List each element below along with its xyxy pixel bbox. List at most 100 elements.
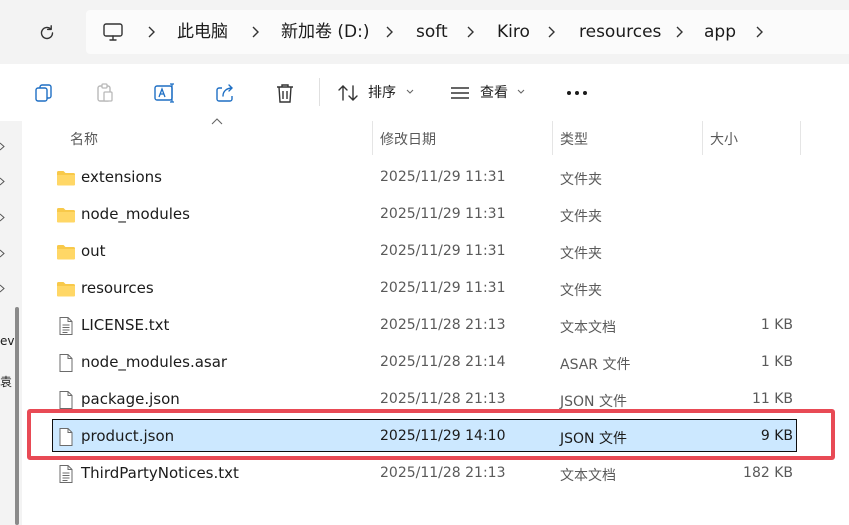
- column-divider[interactable]: [800, 121, 801, 155]
- highlight-annotation: [27, 409, 835, 460]
- paste-button[interactable]: [92, 80, 118, 106]
- column-type[interactable]: 类型: [560, 129, 588, 149]
- column-size[interactable]: 大小: [710, 129, 738, 149]
- refresh-icon: [40, 25, 54, 40]
- view-icon: [451, 87, 469, 99]
- copy-icon: [35, 84, 52, 102]
- chevron-right-icon[interactable]: [0, 142, 5, 151]
- breadcrumb-drive[interactable]: 新加卷 (D:): [281, 22, 370, 42]
- nav-item-truncated[interactable]: ev: [0, 334, 14, 348]
- copy-button[interactable]: [31, 80, 57, 106]
- chevron-right-icon[interactable]: [146, 23, 156, 41]
- refresh-button[interactable]: [34, 20, 60, 46]
- more-button[interactable]: [564, 80, 590, 106]
- file-name[interactable]: package.json: [81, 390, 180, 408]
- file-icon: [56, 390, 76, 410]
- more-icon: [567, 91, 587, 95]
- toolbar-divider: [319, 78, 320, 106]
- address-region: 此电脑 新加卷 (D:) soft Kiro resources app: [0, 0, 849, 64]
- file-type: 文件夹: [560, 209, 602, 225]
- file-type: JSON 文件: [560, 394, 627, 410]
- file-row[interactable]: LICENSE.txt 2025/11/28 21:13 文本文档 1 KB: [22, 307, 849, 344]
- delete-button[interactable]: [272, 80, 298, 106]
- breadcrumb-kiro[interactable]: Kiro: [497, 22, 530, 42]
- file-name[interactable]: node_modules.asar: [81, 353, 227, 371]
- file-row[interactable]: extensions 2025/11/29 11:31 文件夹: [22, 159, 849, 196]
- file-type: 文本文档: [560, 320, 616, 336]
- file-type: 文件夹: [560, 172, 602, 188]
- file-name[interactable]: node_modules: [81, 205, 190, 223]
- breadcrumb-soft[interactable]: soft: [416, 22, 448, 42]
- file-row[interactable]: node_modules.asar 2025/11/28 21:14 ASAR 文件…: [22, 344, 849, 381]
- computer-icon[interactable]: [102, 21, 124, 43]
- address-bar[interactable]: 此电脑 新加卷 (D:) soft Kiro resources app: [86, 10, 849, 54]
- file-row[interactable]: node_modules 2025/11/29 11:31 文件夹: [22, 196, 849, 233]
- breadcrumb-resources[interactable]: resources: [579, 22, 661, 42]
- folder-icon: [56, 242, 76, 262]
- rename-icon: [154, 83, 174, 103]
- chevron-right-icon[interactable]: [0, 284, 5, 293]
- file-name[interactable]: ThirdPartyNotices.txt: [81, 464, 239, 482]
- file-date: 2025/11/28 21:13: [380, 465, 506, 481]
- view-label[interactable]: 查看: [480, 85, 508, 101]
- column-name[interactable]: 名称: [70, 129, 98, 149]
- view-button[interactable]: [447, 80, 473, 106]
- sort-button[interactable]: [335, 80, 361, 106]
- file-name[interactable]: extensions: [81, 168, 162, 186]
- file-name[interactable]: LICENSE.txt: [81, 316, 169, 334]
- chevron-right-icon[interactable]: [384, 23, 394, 41]
- column-header: 名称 修改日期 类型 大小: [22, 121, 849, 155]
- file-type: 文件夹: [560, 283, 602, 299]
- column-divider[interactable]: [552, 121, 553, 155]
- text-file-icon: [56, 316, 76, 336]
- file-type: 文件夹: [560, 246, 602, 262]
- chevron-down-icon[interactable]: [406, 89, 414, 95]
- folder-icon: [56, 279, 76, 299]
- file-icon: [56, 353, 76, 373]
- navigation-pane[interactable]: ev 袁: [0, 121, 22, 525]
- file-date: 2025/11/29 11:31: [380, 206, 506, 222]
- column-divider[interactable]: [702, 121, 703, 155]
- paste-icon: [97, 83, 113, 102]
- chevron-right-icon[interactable]: [674, 23, 684, 41]
- file-name[interactable]: resources: [81, 279, 154, 297]
- share-button[interactable]: [212, 80, 238, 106]
- breadcrumb-this-pc[interactable]: 此电脑: [177, 22, 228, 42]
- file-date: 2025/11/29 11:31: [380, 169, 506, 185]
- chevron-right-icon[interactable]: [0, 177, 5, 186]
- chevron-right-icon[interactable]: [250, 23, 260, 41]
- share-icon: [216, 84, 233, 102]
- command-bar: 排序 查看: [0, 64, 849, 121]
- column-divider[interactable]: [372, 121, 373, 155]
- file-row[interactable]: ThirdPartyNotices.txt 2025/11/28 21:13 文本文…: [22, 455, 849, 492]
- file-size: 11 KB: [751, 391, 793, 407]
- folder-icon: [56, 205, 76, 225]
- nav-scrollbar-thumb[interactable]: [15, 307, 19, 525]
- chevron-right-icon[interactable]: [546, 23, 556, 41]
- file-date: 2025/11/28 21:13: [380, 317, 506, 333]
- file-date: 2025/11/28 21:14: [380, 354, 506, 370]
- file-name[interactable]: out: [81, 242, 106, 260]
- chevron-right-icon[interactable]: [754, 23, 764, 41]
- file-size: 182 KB: [743, 465, 793, 481]
- file-size: 1 KB: [760, 354, 793, 370]
- file-size: 1 KB: [760, 317, 793, 333]
- chevron-right-icon[interactable]: [465, 23, 475, 41]
- chevron-down-icon[interactable]: [517, 89, 525, 95]
- folder-icon: [56, 168, 76, 188]
- column-date[interactable]: 修改日期: [380, 129, 436, 149]
- rename-button[interactable]: [152, 80, 178, 106]
- delete-icon: [277, 84, 293, 103]
- file-date: 2025/11/28 21:13: [380, 391, 506, 407]
- file-date: 2025/11/29 11:31: [380, 280, 506, 296]
- file-type: ASAR 文件: [560, 357, 631, 373]
- file-row[interactable]: out 2025/11/29 11:31 文件夹: [22, 233, 849, 270]
- chevron-right-icon[interactable]: [0, 213, 5, 222]
- breadcrumb-app[interactable]: app: [704, 22, 736, 42]
- file-date: 2025/11/29 11:31: [380, 243, 506, 259]
- sort-label[interactable]: 排序: [368, 85, 396, 101]
- chevron-right-icon[interactable]: [0, 249, 5, 258]
- sort-icon: [338, 85, 358, 101]
- file-row[interactable]: resources 2025/11/29 11:31 文件夹: [22, 270, 849, 307]
- nav-item-truncated[interactable]: 袁: [0, 373, 12, 390]
